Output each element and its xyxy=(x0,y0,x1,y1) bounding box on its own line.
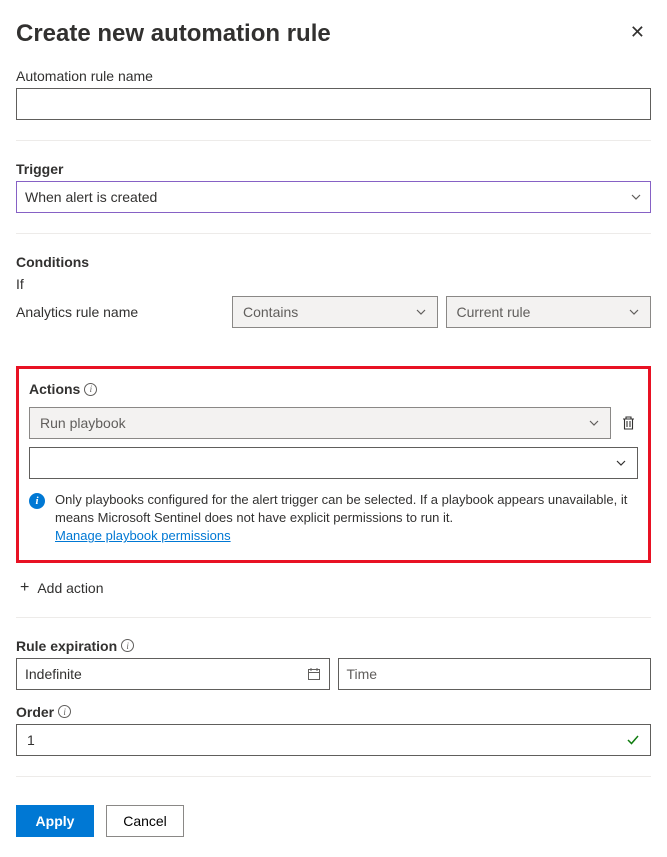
divider xyxy=(16,140,651,141)
divider xyxy=(16,776,651,777)
close-icon[interactable]: ✕ xyxy=(624,20,651,45)
apply-button[interactable]: Apply xyxy=(16,805,94,837)
divider xyxy=(16,233,651,234)
condition-value: Current rule xyxy=(457,304,531,320)
if-label: If xyxy=(16,276,651,292)
expiration-date-value: Indefinite xyxy=(25,666,82,682)
order-input[interactable]: 1 xyxy=(16,724,651,756)
manage-permissions-link[interactable]: Manage playbook permissions xyxy=(55,528,231,543)
page-title: Create new automation rule xyxy=(16,20,331,48)
condition-value-select[interactable]: Current rule xyxy=(446,296,652,328)
rule-name-label: Automation rule name xyxy=(16,68,651,84)
delete-icon[interactable] xyxy=(619,413,638,433)
add-action-button[interactable]: + Add action xyxy=(16,579,651,597)
plus-icon: + xyxy=(20,579,29,597)
info-icon[interactable]: i xyxy=(58,705,71,718)
trigger-select[interactable]: When alert is created xyxy=(16,181,651,213)
rule-name-input[interactable] xyxy=(16,88,651,120)
info-icon[interactable]: i xyxy=(84,383,97,396)
conditions-label: Conditions xyxy=(16,254,651,270)
cancel-button[interactable]: Cancel xyxy=(106,805,184,837)
action-type-select[interactable]: Run playbook xyxy=(29,407,611,439)
chevron-down-icon xyxy=(415,306,427,318)
expiration-date-input[interactable]: Indefinite xyxy=(16,658,330,690)
actions-section: Actions i Run playbook i Only playbooks … xyxy=(16,366,651,563)
actions-label: Actions xyxy=(29,381,80,397)
chevron-down-icon xyxy=(628,306,640,318)
divider xyxy=(16,617,651,618)
info-icon: i xyxy=(29,493,45,509)
info-icon[interactable]: i xyxy=(121,639,134,652)
condition-operator-value: Contains xyxy=(243,304,298,320)
trigger-value: When alert is created xyxy=(25,189,157,205)
trigger-label: Trigger xyxy=(16,161,651,177)
expiration-time-placeholder: Time xyxy=(347,666,378,682)
expiration-label: Rule expiration xyxy=(16,638,117,654)
calendar-icon xyxy=(307,667,321,681)
condition-operator-select[interactable]: Contains xyxy=(232,296,438,328)
chevron-down-icon xyxy=(630,191,642,203)
order-value: 1 xyxy=(27,732,35,748)
add-action-label: Add action xyxy=(37,580,103,596)
actions-info-text: Only playbooks configured for the alert … xyxy=(55,492,627,525)
playbook-select[interactable] xyxy=(29,447,638,479)
condition-field-label: Analytics rule name xyxy=(16,304,224,320)
action-type-value: Run playbook xyxy=(40,415,126,431)
chevron-down-icon xyxy=(615,457,627,469)
order-label: Order xyxy=(16,704,54,720)
check-icon xyxy=(626,733,640,747)
chevron-down-icon xyxy=(588,417,600,429)
expiration-time-input[interactable]: Time xyxy=(338,658,652,690)
